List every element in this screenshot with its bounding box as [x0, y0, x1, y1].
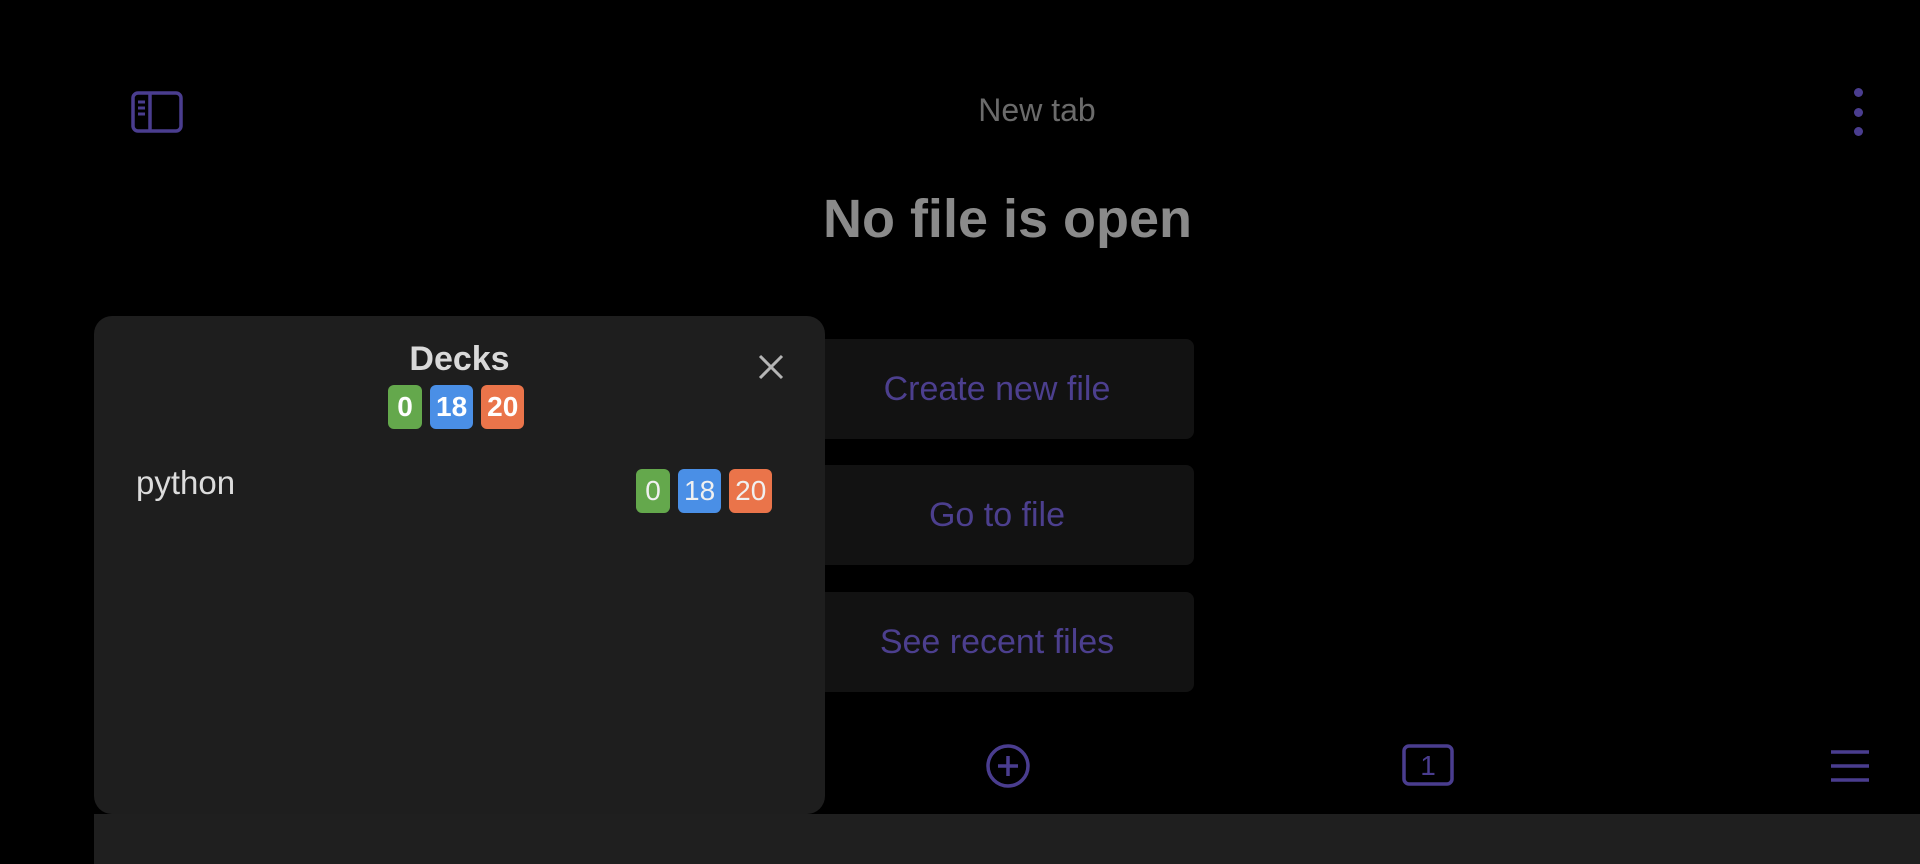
- total-counts: 0 18 20: [388, 385, 525, 429]
- main-menu-button[interactable]: [1822, 740, 1878, 792]
- plus-circle-icon: [986, 744, 1030, 788]
- bottom-panel: [94, 814, 1920, 864]
- tab-count: 1: [1420, 750, 1436, 781]
- due-count-badge: 20: [481, 385, 525, 429]
- tab-title: New tab: [978, 92, 1096, 128]
- tab-switcher-button[interactable]: 1: [1400, 740, 1456, 792]
- app-screen: New tab No file is open Create new file …: [0, 0, 1920, 864]
- new-tab-button[interactable]: [980, 740, 1036, 792]
- deck-name: python: [136, 464, 236, 501]
- go-to-file-button[interactable]: Go to file: [800, 465, 1194, 565]
- modal-title: Decks: [409, 340, 510, 378]
- dot: [1853, 107, 1863, 117]
- learning-count-badge: 18: [678, 469, 722, 513]
- deck-counts: 0 18 20: [636, 469, 773, 513]
- close-button[interactable]: [756, 352, 786, 382]
- hamburger-icon: [1831, 750, 1869, 782]
- new-count-badge: 0: [388, 385, 422, 429]
- create-new-file-button[interactable]: Create new file: [800, 339, 1194, 439]
- vertical-dots-icon: [1853, 88, 1863, 97]
- learning-count-badge: 18: [430, 385, 474, 429]
- decks-modal: Decks 0 18 20 python 0 18 20: [94, 316, 825, 814]
- empty-state-title: No file is open: [822, 189, 1193, 249]
- see-recent-files-button[interactable]: See recent files: [800, 592, 1194, 692]
- dot: [1853, 127, 1863, 136]
- new-count-badge: 0: [636, 469, 670, 513]
- more-options-button[interactable]: [1840, 88, 1876, 136]
- close-icon: [758, 354, 784, 380]
- due-count-badge: 20: [729, 469, 773, 513]
